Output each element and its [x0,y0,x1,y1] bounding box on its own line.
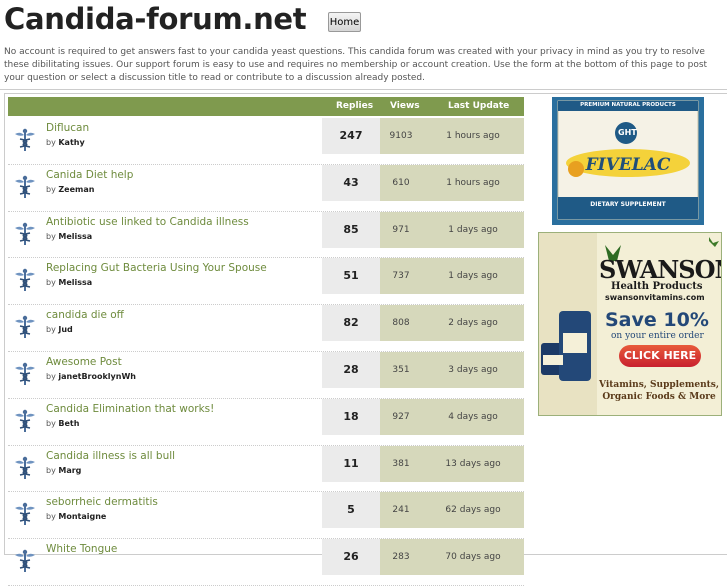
topic-author: by Beth [46,418,80,428]
topic-last-update: 62 days ago [422,492,524,529]
topic-replies: 247 [322,118,380,154]
caduceus-icon [14,175,36,199]
topic-author: by Melissa [46,278,93,288]
home-button[interactable]: Home [328,12,361,32]
topic-replies: 82 [322,305,380,342]
caduceus-icon [14,362,36,386]
column-replies: Replies [336,101,374,111]
column-views: Views [390,101,420,111]
caduceus-icon [14,315,36,339]
topic-row: candida die off by Jud 82 808 2 days ago [8,305,524,352]
caduceus-icon [14,549,36,573]
topic-title-link[interactable]: Awesome Post [46,356,122,368]
topic-title-link[interactable]: Antibiotic use linked to Candida illness [46,216,249,228]
swanson-footer: Vitamins, Supplements, Organic Foods & M… [599,380,719,402]
table-header: Replies Views Last Update [8,97,524,116]
topic-author: by Montaigne [46,512,107,522]
topic-author: by Zeeman [46,184,95,194]
swanson-ad[interactable]: SWANSON Health Products swansonvitamins.… [538,232,722,416]
topic-views: 351 [380,351,422,388]
topic-row: Diflucan by Kathy 247 9103 1 hours ago [8,118,524,165]
intro-text: No account is required to get answers fa… [4,47,708,83]
topic-author: by Jud [46,325,73,335]
topic-views: 610 [380,164,422,201]
topic-row: Candida illness is all bull by Marg 11 381 1… [8,445,524,493]
topic-views: 808 [380,305,422,342]
topic-replies: 28 [322,351,380,388]
topic-last-update: 2 days ago [422,305,524,342]
topic-views: 927 [380,398,422,435]
topic-author: by Melissa [46,231,93,241]
topic-views: 381 [380,445,422,482]
caduceus-icon [14,128,36,152]
topic-list: Diflucan by Kathy 247 9103 1 hours ago Canida… [8,118,524,586]
topic-views: 971 [380,211,422,248]
swanson-tagline: Health Products [611,281,703,292]
topic-replies: 43 [322,164,380,201]
fivelac-subtitle: DIETARY SUPPLEMENT [590,201,666,208]
fivelac-product-name: FIVELAC [585,155,671,175]
topic-replies: 11 [322,445,380,482]
topic-row: Antibiotic use linked to Candida illness… [8,211,524,259]
topic-author: by Kathy [46,138,85,147]
topic-author: by Marg [46,465,82,475]
topic-title-link[interactable]: candida die off [46,309,124,321]
site-title[interactable]: Candida-forum.net [4,2,307,36]
topic-row: Canida Diet help by Zeeman 43 610 1 hours ag… [8,164,524,212]
topic-replies: 51 [322,258,380,295]
topic-last-update: 1 hours ago [422,164,524,201]
topic-row: Awesome Post by janetBrooklynWh 28 351 3 day… [8,351,524,399]
topic-title-link[interactable]: seborrheic dermatitis [46,496,158,508]
topic-title-link[interactable]: Replacing Gut Bacteria Using Your Spouse [46,262,267,274]
column-last-update: Last Update [448,101,510,111]
topic-title-link[interactable]: Canida Diet help [46,169,133,181]
topic-last-update: 4 days ago [422,398,524,435]
fivelac-brand: GHT [618,128,637,137]
topic-last-update: 13 days ago [422,445,524,482]
topic-row: White Tongue 26 283 70 days ago [8,539,524,586]
fivelac-top-text: PREMIUM NATURAL PRODUCTS [580,102,676,108]
topic-title-link[interactable]: Candida illness is all bull [46,450,175,462]
topic-last-update: 1 hours ago [422,118,524,154]
topic-last-update: 1 days ago [422,258,524,295]
topic-row: Candida Elimination that works! by Beth 18… [8,398,524,446]
topic-views: 241 [380,492,422,529]
swanson-click-here-button[interactable]: CLICK HERE [619,345,701,367]
topic-last-update: 3 days ago [422,351,524,388]
caduceus-icon [14,502,36,526]
swanson-offer-sub: on your entire order [611,331,704,341]
topic-row: Replacing Gut Bacteria Using Your Spouse… [8,258,524,306]
topic-title-link[interactable]: Diflucan [46,122,89,134]
topic-views: 9103 [380,118,422,154]
header-divider [0,89,727,90]
topic-last-update: 1 days ago [422,211,524,248]
topic-title-link[interactable]: Candida Elimination that works! [46,403,214,415]
caduceus-icon [14,222,36,246]
caduceus-icon [14,409,36,433]
topic-views: 737 [380,258,422,295]
caduceus-icon [14,268,36,292]
topic-author: by janetBrooklynWh [46,371,136,381]
topic-replies: 18 [322,398,380,435]
swanson-offer: Save 10% [605,309,709,331]
topic-replies: 85 [322,211,380,248]
swanson-brand: SWANSON [599,255,722,284]
fivelac-ad[interactable]: PREMIUM NATURAL PRODUCTS GHT FIVELAC DIE… [552,97,704,225]
swanson-url: swansonvitamins.com [605,293,705,302]
topic-row: seborrheic dermatitis by Montaigne 5 241 62 … [8,492,524,540]
topic-replies: 5 [322,492,380,529]
caduceus-icon [14,456,36,480]
